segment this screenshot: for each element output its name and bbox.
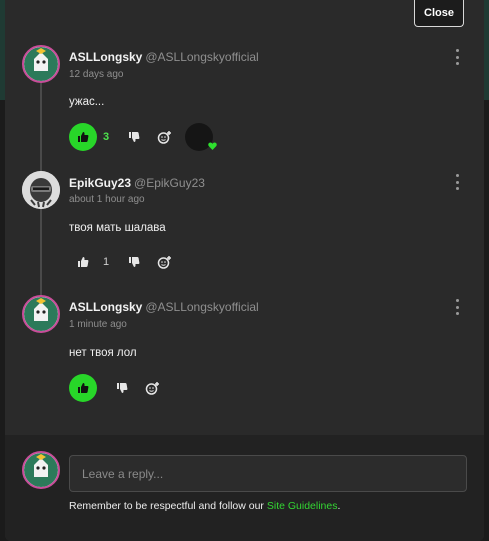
add-reaction-button[interactable] [153, 126, 175, 148]
comment-author: EpikGuy23 @EpikGuy23 [69, 176, 205, 190]
site-guidelines-link[interactable]: Site Guidelines [267, 500, 338, 512]
add-reaction-icon [157, 130, 171, 144]
reply-composer: Remember to be respectful and follow our… [5, 435, 484, 541]
like-count: 3 [103, 131, 110, 143]
thumbs-up-icon [78, 257, 89, 267]
like-button[interactable] [69, 248, 97, 276]
guidelines-suffix: . [337, 500, 341, 512]
author-name[interactable]: ASLLongsky [69, 50, 142, 64]
add-reaction-button[interactable] [141, 377, 163, 399]
author-handle[interactable]: @ASLLongskyofficial [145, 50, 258, 64]
reaction-badge[interactable] [185, 123, 217, 151]
more-vertical-icon[interactable] [452, 174, 462, 190]
like-button[interactable] [69, 123, 97, 151]
avatar-image [22, 171, 60, 209]
comment-actions: 1 [69, 248, 183, 276]
add-reaction-icon [145, 381, 159, 395]
add-reaction-button[interactable] [153, 251, 175, 273]
guidelines-note: Remember to be respectful and follow our… [69, 500, 340, 512]
reply-input[interactable] [69, 455, 467, 492]
comment-author: ASLLongsky @ASLLongskyofficial [69, 300, 259, 314]
dislike-button[interactable] [111, 377, 133, 399]
comments-modal: Close ASLLongsky @ASLLongskyofficial 12 d… [5, 0, 484, 541]
close-button[interactable]: Close [414, 0, 464, 27]
avatar-image [24, 297, 58, 331]
thumbs-down-icon [129, 132, 140, 142]
dislike-button[interactable] [123, 251, 145, 273]
thumbs-down-icon [129, 257, 140, 267]
heart-icon [208, 142, 217, 150]
more-vertical-icon[interactable] [452, 299, 462, 315]
more-vertical-icon[interactable] [452, 49, 462, 65]
avatar [22, 451, 60, 489]
comment-author: ASLLongsky @ASLLongskyofficial [69, 50, 259, 64]
thumbs-up-icon [78, 383, 89, 393]
comment-timestamp: 12 days ago [69, 69, 124, 80]
thumbs-up-icon [78, 132, 89, 142]
avatar[interactable] [22, 171, 60, 209]
comment-timestamp: about 1 hour ago [69, 194, 145, 205]
avatar-image [24, 453, 58, 487]
author-name[interactable]: EpikGuy23 [69, 176, 131, 190]
dislike-button[interactable] [123, 126, 145, 148]
avatar[interactable] [22, 45, 60, 83]
comment-text: ужас... [69, 96, 105, 108]
avatar-image [24, 47, 58, 81]
like-count: 1 [103, 256, 110, 268]
add-reaction-icon [157, 255, 171, 269]
author-handle[interactable]: @ASLLongskyofficial [145, 300, 258, 314]
comment-text: твоя мать шалава [69, 222, 166, 234]
comment-actions [69, 374, 171, 402]
comment-timestamp: 1 minute ago [69, 319, 127, 330]
guidelines-text: Remember to be respectful and follow our [69, 500, 267, 512]
author-handle[interactable]: @EpikGuy23 [134, 176, 205, 190]
comment-text: нет твоя лол [69, 347, 137, 359]
avatar[interactable] [22, 295, 60, 333]
comment-actions: 3 [69, 123, 217, 151]
author-name[interactable]: ASLLongsky [69, 300, 142, 314]
like-button[interactable] [69, 374, 97, 402]
thumbs-down-icon [117, 383, 128, 393]
